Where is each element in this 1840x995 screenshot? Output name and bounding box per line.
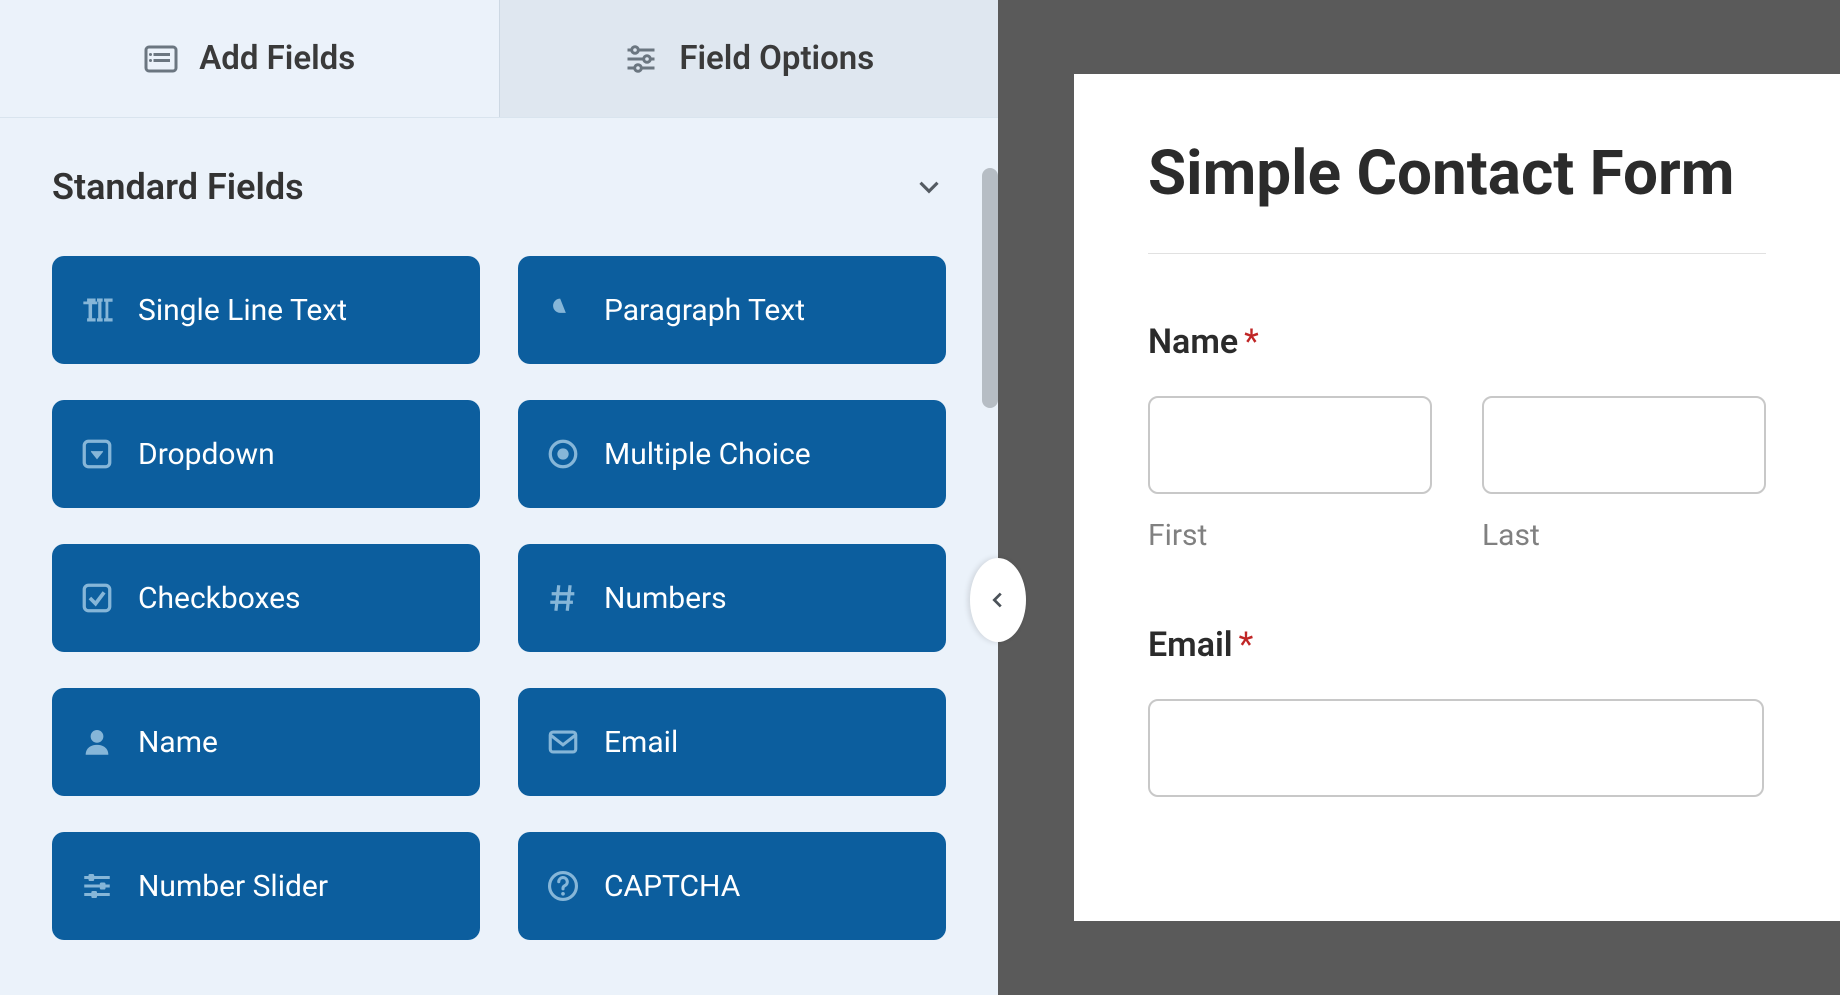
field-name-label: Name*	[1148, 322, 1766, 362]
field-single-line-text[interactable]: T Single Line Text	[52, 256, 480, 364]
field-label: Name	[138, 725, 218, 760]
scrollbar-thumb[interactable]	[982, 168, 998, 408]
sidebar: Add Fields Field Options Standard Fields…	[0, 0, 998, 995]
chevron-left-icon	[987, 584, 1009, 616]
hash-icon	[546, 581, 580, 615]
field-label: Dropdown	[138, 437, 275, 472]
field-numbers[interactable]: Numbers	[518, 544, 946, 652]
user-icon	[80, 725, 114, 759]
paragraph-icon	[546, 293, 580, 327]
svg-text:T: T	[83, 297, 98, 325]
section-standard-fields[interactable]: Standard Fields	[52, 166, 946, 208]
field-email-label: Email*	[1148, 625, 1766, 665]
tab-field-options[interactable]: Field Options	[499, 0, 999, 117]
chevron-down-icon	[912, 170, 946, 204]
tab-add-fields[interactable]: Add Fields	[0, 0, 499, 117]
name-inputs-row: First Last	[1148, 396, 1766, 553]
field-paragraph-text[interactable]: Paragraph Text	[518, 256, 946, 364]
text-cursor-icon: T	[80, 293, 114, 327]
field-label: CAPTCHA	[604, 869, 740, 904]
field-name[interactable]: Name	[52, 688, 480, 796]
tab-field-options-label: Field Options	[679, 39, 874, 78]
field-captcha[interactable]: CAPTCHA	[518, 832, 946, 940]
question-circle-icon	[546, 869, 580, 903]
checkbox-icon	[80, 581, 114, 615]
required-indicator: *	[1239, 625, 1254, 665]
field-checkboxes[interactable]: Checkboxes	[52, 544, 480, 652]
field-label: Number Slider	[138, 869, 328, 904]
field-grid: T Single Line Text Paragraph Text Dropdo…	[52, 256, 946, 940]
form-preview: Simple Contact Form Name* First Last Ema…	[1074, 74, 1840, 921]
first-name-input[interactable]	[1148, 396, 1432, 494]
email-input[interactable]	[1148, 699, 1764, 797]
sliders-icon	[80, 869, 114, 903]
field-name-preview: Name* First Last	[1148, 322, 1766, 553]
field-label: Numbers	[604, 581, 727, 616]
field-label: Email	[604, 725, 678, 760]
field-label: Single Line Text	[138, 293, 347, 328]
sliders-icon	[623, 41, 659, 77]
collapse-sidebar-button[interactable]	[970, 558, 1026, 642]
envelope-icon	[546, 725, 580, 759]
field-multiple-choice[interactable]: Multiple Choice	[518, 400, 946, 508]
field-email[interactable]: Email	[518, 688, 946, 796]
field-dropdown[interactable]: Dropdown	[52, 400, 480, 508]
last-name-sublabel: Last	[1482, 518, 1766, 553]
field-email-preview: Email*	[1148, 625, 1766, 797]
field-label: Paragraph Text	[604, 293, 805, 328]
section-title: Standard Fields	[52, 166, 304, 208]
field-label: Checkboxes	[138, 581, 301, 616]
radio-icon	[546, 437, 580, 471]
list-icon	[143, 41, 179, 77]
tabs: Add Fields Field Options	[0, 0, 998, 118]
dropdown-icon	[80, 437, 114, 471]
required-indicator: *	[1244, 322, 1259, 362]
last-name-input[interactable]	[1482, 396, 1766, 494]
fields-panel: Standard Fields T Single Line Text Parag…	[0, 118, 998, 995]
form-canvas: Simple Contact Form Name* First Last Ema…	[998, 0, 1840, 995]
first-name-sublabel: First	[1148, 518, 1432, 553]
field-number-slider[interactable]: Number Slider	[52, 832, 480, 940]
field-label: Multiple Choice	[604, 437, 811, 472]
tab-add-fields-label: Add Fields	[199, 39, 355, 78]
divider	[1148, 253, 1766, 254]
form-title: Simple Contact Form	[1148, 138, 1766, 209]
